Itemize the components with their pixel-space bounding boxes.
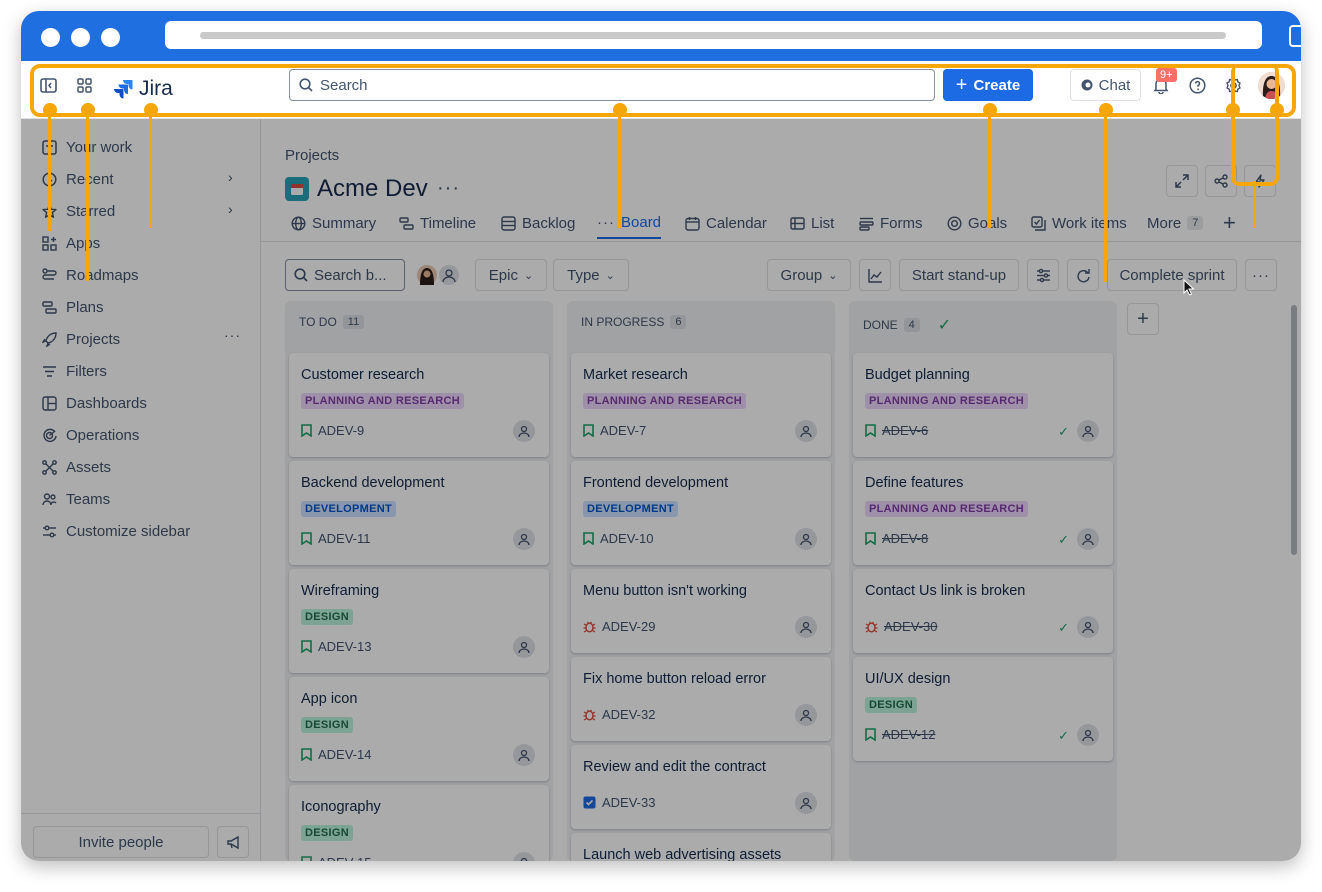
window-minimize-dot[interactable] bbox=[71, 28, 90, 47]
window-maximize-dot[interactable] bbox=[101, 28, 120, 47]
callout-line bbox=[1253, 181, 1256, 228]
callout-line bbox=[86, 116, 89, 281]
extension-icon[interactable] bbox=[1289, 25, 1301, 47]
dim-overlay bbox=[21, 119, 1301, 861]
jira-app: Jira Search + Create Chat 9+ Your work R… bbox=[21, 61, 1301, 861]
callout-dot bbox=[81, 103, 95, 117]
callout-line bbox=[618, 116, 621, 228]
browser-window: Jira Search + Create Chat 9+ Your work R… bbox=[21, 11, 1301, 861]
callout-dot bbox=[1226, 103, 1240, 117]
callout-bracket bbox=[1231, 64, 1279, 186]
callout-dot bbox=[613, 103, 627, 117]
callout-line bbox=[48, 116, 51, 231]
window-close-dot[interactable] bbox=[41, 28, 60, 47]
callout-line bbox=[988, 116, 991, 228]
callout-line bbox=[149, 116, 152, 228]
callout-dot bbox=[1099, 103, 1113, 117]
callout-line bbox=[1104, 116, 1107, 282]
callout-dot bbox=[1270, 103, 1284, 117]
address-bar[interactable] bbox=[165, 21, 1262, 49]
callout-dot bbox=[144, 103, 158, 117]
browser-chrome bbox=[21, 11, 1301, 61]
callout-dot bbox=[43, 103, 57, 117]
mouse-pointer-icon bbox=[1183, 278, 1195, 301]
callout-dot bbox=[983, 103, 997, 117]
